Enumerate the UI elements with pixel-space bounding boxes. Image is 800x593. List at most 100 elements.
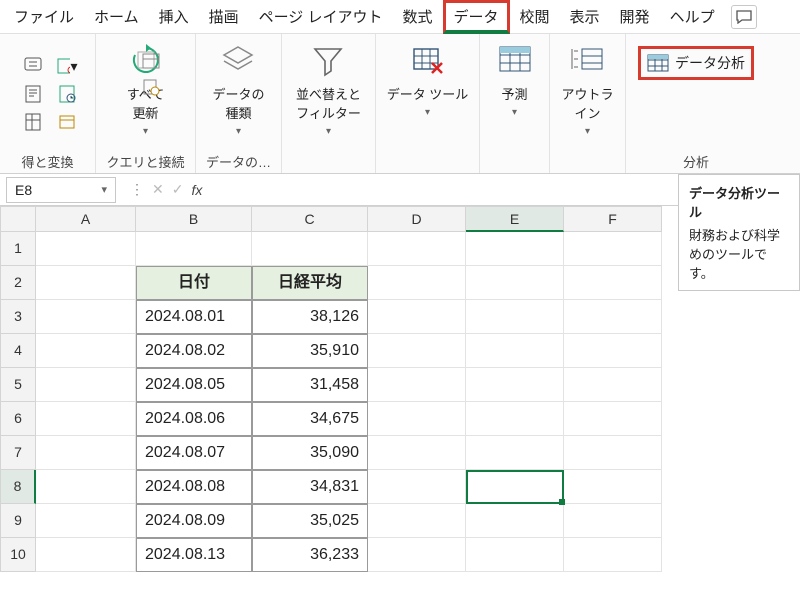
- cell-E8[interactable]: [466, 470, 564, 504]
- cell-D8[interactable]: [368, 470, 466, 504]
- cell-B5[interactable]: 2024.08.05: [136, 368, 252, 402]
- cell-C1[interactable]: [252, 232, 368, 266]
- cell-D3[interactable]: [368, 300, 466, 334]
- recent-sources-icon[interactable]: [56, 83, 78, 105]
- cell-E6[interactable]: [466, 402, 564, 436]
- cell-C9[interactable]: 35,025: [252, 504, 368, 538]
- cell-F4[interactable]: [564, 334, 662, 368]
- col-header-a[interactable]: A: [36, 206, 136, 232]
- fx-cancel-icon[interactable]: ✕: [152, 181, 164, 198]
- outline-button[interactable]: アウトラ イン ▾: [561, 40, 613, 137]
- row-header[interactable]: 1: [0, 232, 36, 266]
- menu-data[interactable]: データ: [443, 0, 510, 34]
- forecast-button[interactable]: 予測 ▾: [491, 40, 539, 118]
- menu-insert[interactable]: 挿入: [149, 0, 199, 33]
- col-header-c[interactable]: C: [252, 206, 368, 232]
- cell-C8[interactable]: 34,831: [252, 470, 368, 504]
- cell-D7[interactable]: [368, 436, 466, 470]
- cell-E9[interactable]: [466, 504, 564, 538]
- cell-C7[interactable]: 35,090: [252, 436, 368, 470]
- col-header-d[interactable]: D: [368, 206, 466, 232]
- menu-review[interactable]: 校閲: [510, 0, 560, 33]
- cell-A4[interactable]: [36, 334, 136, 368]
- menu-draw[interactable]: 描画: [199, 0, 249, 33]
- cell-D6[interactable]: [368, 402, 466, 436]
- cell-B4[interactable]: 2024.08.02: [136, 334, 252, 368]
- cell-A10[interactable]: [36, 538, 136, 572]
- cell-B9[interactable]: 2024.08.09: [136, 504, 252, 538]
- row-header[interactable]: 3: [0, 300, 36, 334]
- spreadsheet-grid[interactable]: A B C D E F 12日付日経平均32024.08.0138,126420…: [0, 206, 800, 572]
- col-header-e[interactable]: E: [466, 206, 564, 232]
- cell-D5[interactable]: [368, 368, 466, 402]
- fx-more-icon[interactable]: ⋮: [130, 181, 144, 198]
- cell-F7[interactable]: [564, 436, 662, 470]
- row-header[interactable]: 7: [0, 436, 36, 470]
- cell-D4[interactable]: [368, 334, 466, 368]
- cell-A5[interactable]: [36, 368, 136, 402]
- cell-F10[interactable]: [564, 538, 662, 572]
- menu-formulas[interactable]: 数式: [392, 0, 442, 33]
- menu-help[interactable]: ヘルプ: [660, 0, 725, 33]
- row-header[interactable]: 9: [0, 504, 36, 538]
- cell-D2[interactable]: [368, 266, 466, 300]
- row-header[interactable]: 8: [0, 470, 36, 504]
- row-header[interactable]: 6: [0, 402, 36, 436]
- cell-E7[interactable]: [466, 436, 564, 470]
- col-header-f[interactable]: F: [564, 206, 662, 232]
- cell-A6[interactable]: [36, 402, 136, 436]
- cell-C4[interactable]: 35,910: [252, 334, 368, 368]
- menu-view[interactable]: 表示: [560, 0, 610, 33]
- cell-A3[interactable]: [36, 300, 136, 334]
- menu-home[interactable]: ホーム: [84, 0, 149, 33]
- cell-D9[interactable]: [368, 504, 466, 538]
- row-header[interactable]: 10: [0, 538, 36, 572]
- cell-D10[interactable]: [368, 538, 466, 572]
- cell-B1[interactable]: [136, 232, 252, 266]
- cell-A2[interactable]: [36, 266, 136, 300]
- existing-conn-icon[interactable]: [56, 111, 78, 133]
- cell-E1[interactable]: [466, 232, 564, 266]
- cell-B10[interactable]: 2024.08.13: [136, 538, 252, 572]
- cell-C6[interactable]: 34,675: [252, 402, 368, 436]
- cell-C5[interactable]: 31,458: [252, 368, 368, 402]
- from-web-icon[interactable]: ▾: [56, 55, 78, 77]
- cell-F3[interactable]: [564, 300, 662, 334]
- from-text-icon[interactable]: [22, 83, 44, 105]
- cell-E10[interactable]: [466, 538, 564, 572]
- cell-F1[interactable]: [564, 232, 662, 266]
- fx-confirm-icon[interactable]: ✓: [172, 181, 184, 198]
- data-types-button[interactable]: データの 種類 ▾: [212, 40, 264, 137]
- sort-filter-button[interactable]: 並べ替えと フィルター ▾: [296, 40, 361, 137]
- cell-F9[interactable]: [564, 504, 662, 538]
- row-header[interactable]: 4: [0, 334, 36, 368]
- properties-icon[interactable]: [140, 76, 162, 98]
- cell-B7[interactable]: 2024.08.07: [136, 436, 252, 470]
- cell-F6[interactable]: [564, 402, 662, 436]
- cell-C3[interactable]: 38,126: [252, 300, 368, 334]
- cell-A8[interactable]: [36, 470, 136, 504]
- cell-B8[interactable]: 2024.08.08: [136, 470, 252, 504]
- edit-links-icon[interactable]: [140, 102, 162, 124]
- cell-A9[interactable]: [36, 504, 136, 538]
- data-analysis-button[interactable]: データ分析: [638, 46, 754, 80]
- cell-E5[interactable]: [466, 368, 564, 402]
- get-data-icon[interactable]: [22, 55, 44, 77]
- menu-page-layout[interactable]: ページ レイアウト: [249, 0, 393, 33]
- fx-icon[interactable]: fx: [191, 182, 202, 198]
- comments-icon[interactable]: [731, 5, 757, 29]
- cell-B3[interactable]: 2024.08.01: [136, 300, 252, 334]
- cell-A1[interactable]: [36, 232, 136, 266]
- cell-C10[interactable]: 36,233: [252, 538, 368, 572]
- menu-file[interactable]: ファイル: [4, 0, 84, 33]
- name-box[interactable]: E8▾: [6, 177, 116, 203]
- cell-E2[interactable]: [466, 266, 564, 300]
- cell-A7[interactable]: [36, 436, 136, 470]
- menu-developer[interactable]: 開発: [610, 0, 660, 33]
- cell-E3[interactable]: [466, 300, 564, 334]
- data-tools-button[interactable]: データ ツール ▾: [387, 40, 469, 118]
- cell-D1[interactable]: [368, 232, 466, 266]
- col-header-b[interactable]: B: [136, 206, 252, 232]
- from-table-icon[interactable]: [22, 111, 44, 133]
- queries-icon[interactable]: [140, 50, 162, 72]
